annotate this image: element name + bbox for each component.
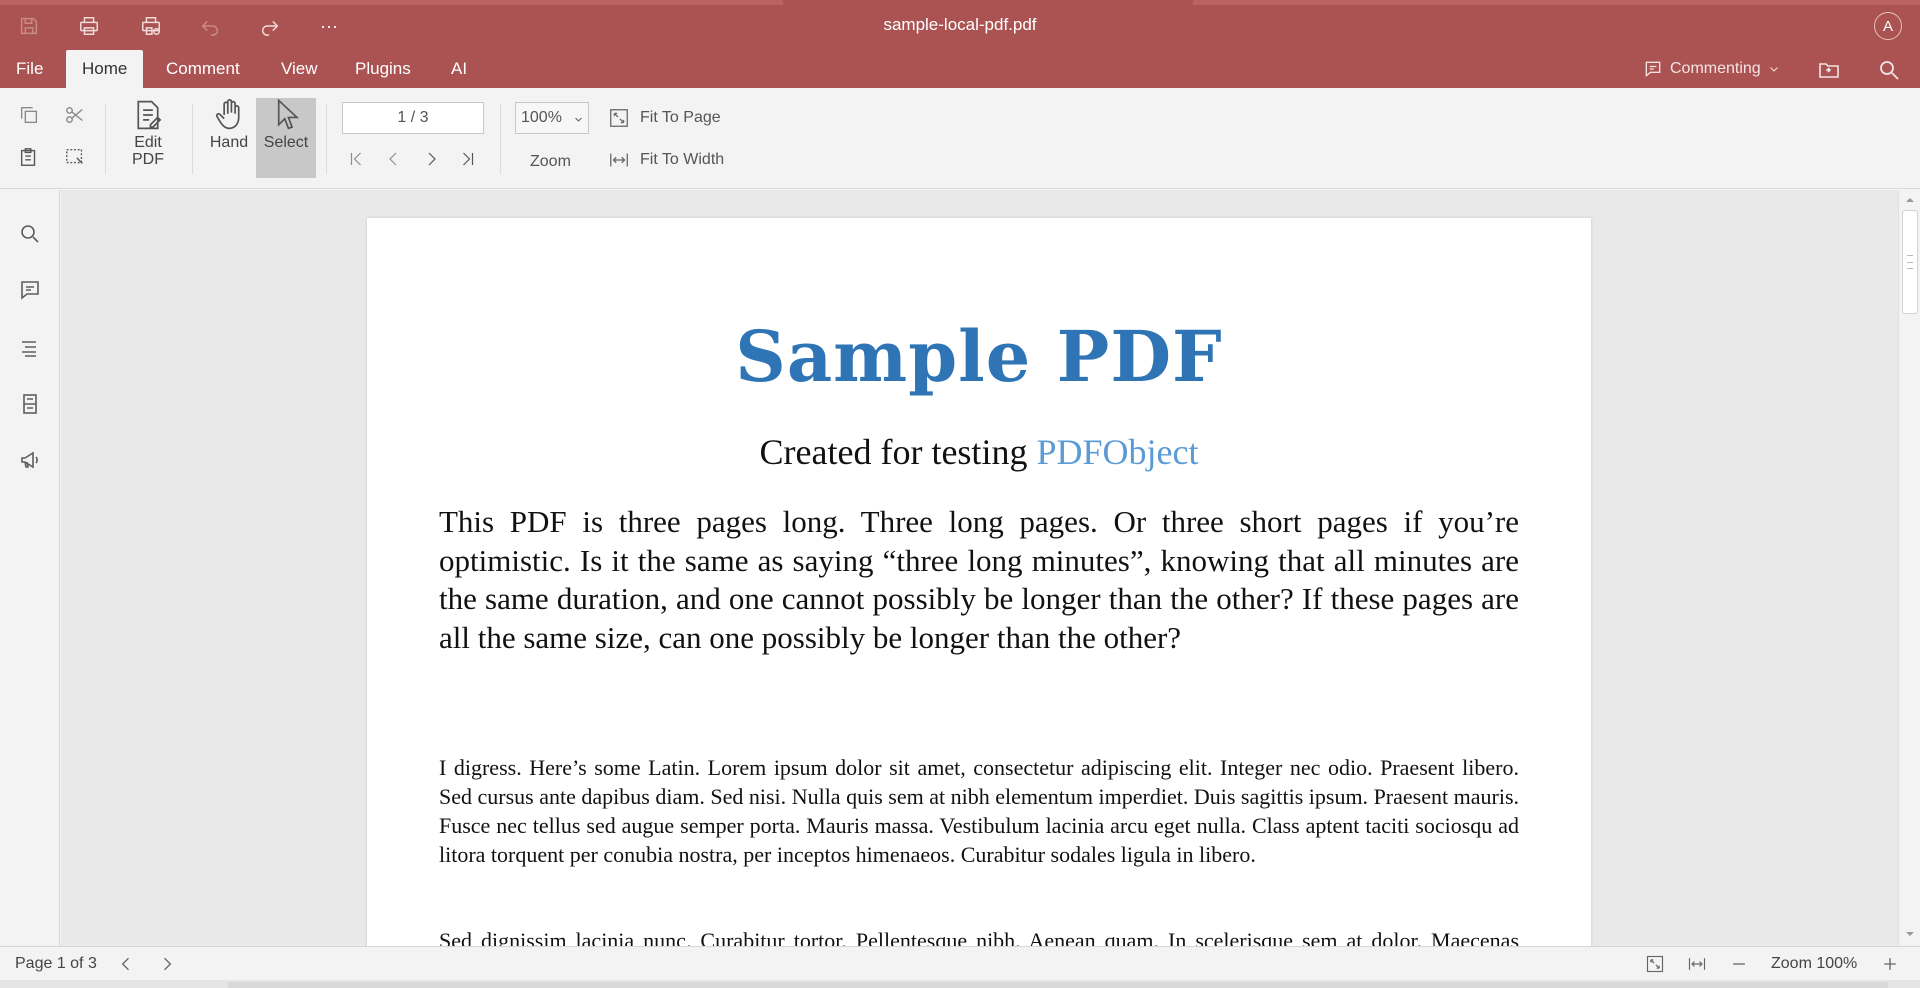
document-title: sample-local-pdf.pdf xyxy=(883,15,1037,34)
menu-file[interactable]: File xyxy=(0,50,59,88)
zoom-out-icon[interactable] xyxy=(1729,954,1749,974)
zoom-in-icon[interactable] xyxy=(1880,954,1900,974)
menu-home[interactable]: Home xyxy=(66,50,144,88)
outline-icon[interactable] xyxy=(18,336,42,360)
pdf-subtitle: Created for testing PDFObject xyxy=(367,431,1591,473)
ribbon-separator xyxy=(105,104,106,174)
pdf-paragraph: I digress. Here’s some Latin. Lorem ipsu… xyxy=(439,755,1519,867)
ribbon-separator xyxy=(326,104,327,174)
window-tab-strip xyxy=(0,0,1920,5)
menu-ai[interactable]: AI xyxy=(435,50,483,88)
zoom-group-label: Zoom xyxy=(530,153,571,170)
fit-to-page-button[interactable]: Fit To Page xyxy=(608,105,721,131)
zoom-select[interactable]: 100% xyxy=(515,102,589,134)
taskbar-strip xyxy=(0,980,1920,988)
previous-page-icon[interactable] xyxy=(116,954,136,974)
select-tool-button[interactable]: Select xyxy=(256,98,316,178)
next-page-icon[interactable] xyxy=(157,954,177,974)
chevron-down-icon xyxy=(575,117,582,122)
menu-bar: File Home Comment View Plugins AI Commen… xyxy=(0,50,1920,88)
fit-to-width-button[interactable]: Fit To Width xyxy=(608,147,724,173)
select-area-icon[interactable] xyxy=(62,144,88,170)
select-label: Select xyxy=(263,134,309,151)
fit-width-icon[interactable] xyxy=(1687,954,1707,974)
thumbnails-icon[interactable] xyxy=(18,392,42,416)
page-number-input[interactable]: 1 / 3 xyxy=(342,102,484,134)
vertical-scrollbar[interactable] xyxy=(1898,190,1920,946)
edit-pdf-icon xyxy=(137,100,162,130)
cursor-icon xyxy=(277,98,300,130)
last-page-icon[interactable] xyxy=(455,146,481,172)
cut-icon[interactable] xyxy=(62,102,88,128)
pdf-paragraph: Sed dignissim lacinia nunc. Curabitur to… xyxy=(439,928,1519,946)
edit-pdf-button[interactable]: Edit PDF xyxy=(122,98,174,178)
left-sidebar xyxy=(0,190,60,946)
fit-page-icon[interactable] xyxy=(1645,954,1665,974)
menu-comment[interactable]: Comment xyxy=(150,50,256,88)
announcement-icon[interactable] xyxy=(18,448,42,472)
mode-selector[interactable]: Commenting xyxy=(1643,58,1780,80)
paste-icon[interactable] xyxy=(16,144,42,170)
mode-label: Commenting xyxy=(1670,60,1761,77)
previous-page-icon[interactable] xyxy=(380,146,406,172)
scroll-down-icon[interactable] xyxy=(1904,928,1916,940)
zoom-value: 100% xyxy=(521,109,562,126)
fit-page-icon xyxy=(610,109,628,127)
hand-label: Hand xyxy=(209,134,249,151)
pdf-title: Sample PDF xyxy=(735,315,1223,398)
fit-width-icon xyxy=(610,153,628,167)
active-window-tab[interactable] xyxy=(783,0,1193,5)
menu-view[interactable]: View xyxy=(265,50,334,88)
search-icon[interactable] xyxy=(18,222,42,246)
title-bar: ··· sample-local-pdf.pdf A xyxy=(0,0,1920,50)
first-page-icon[interactable] xyxy=(343,146,369,172)
pdf-lead-paragraph: This PDF is three pages long. Three long… xyxy=(439,504,1519,655)
ribbon-separator xyxy=(500,104,501,174)
ribbon-separator xyxy=(192,104,193,174)
document-viewport[interactable]: Sample PDF Created for testing PDFObject… xyxy=(61,190,1898,946)
ribbon-toolbar: Edit PDF Hand Select 1 / 3 100% Zoom Fit… xyxy=(0,88,1920,189)
fit-to-page-label: Fit To Page xyxy=(640,109,721,126)
scrollbar-thumb[interactable] xyxy=(1902,210,1918,314)
comment-mode-icon xyxy=(1645,61,1661,78)
taskbar-segment xyxy=(228,982,1888,988)
fit-to-width-label: Fit To Width xyxy=(640,151,725,168)
hand-icon xyxy=(215,99,240,130)
pdf-page[interactable]: Sample PDF Created for testing PDFObject… xyxy=(367,218,1591,946)
hand-tool-button[interactable]: Hand xyxy=(203,98,255,178)
zoom-status: Zoom 100% xyxy=(1771,955,1858,972)
edit-pdf-label-line1: Edit xyxy=(134,134,162,151)
status-bar: Page 1 of 3 Zoom 100% xyxy=(0,946,1920,980)
pdfobject-link[interactable]: PDFObject xyxy=(1036,432,1198,472)
comment-icon[interactable] xyxy=(18,278,42,302)
chevron-down-icon xyxy=(1769,67,1778,72)
menu-plugins[interactable]: Plugins xyxy=(339,50,427,88)
scroll-up-icon[interactable] xyxy=(1904,194,1916,206)
grip-icon xyxy=(1907,255,1913,269)
next-page-icon[interactable] xyxy=(419,146,445,172)
avatar[interactable]: A xyxy=(1874,12,1902,40)
copy-icon[interactable] xyxy=(16,102,42,128)
search-icon[interactable] xyxy=(1877,58,1901,82)
edit-pdf-label-line2: PDF xyxy=(132,151,164,168)
page-status: Page 1 of 3 xyxy=(15,955,97,972)
pdf-subtitle-text: Created for testing xyxy=(759,432,1037,472)
open-folder-icon[interactable] xyxy=(1817,58,1841,82)
